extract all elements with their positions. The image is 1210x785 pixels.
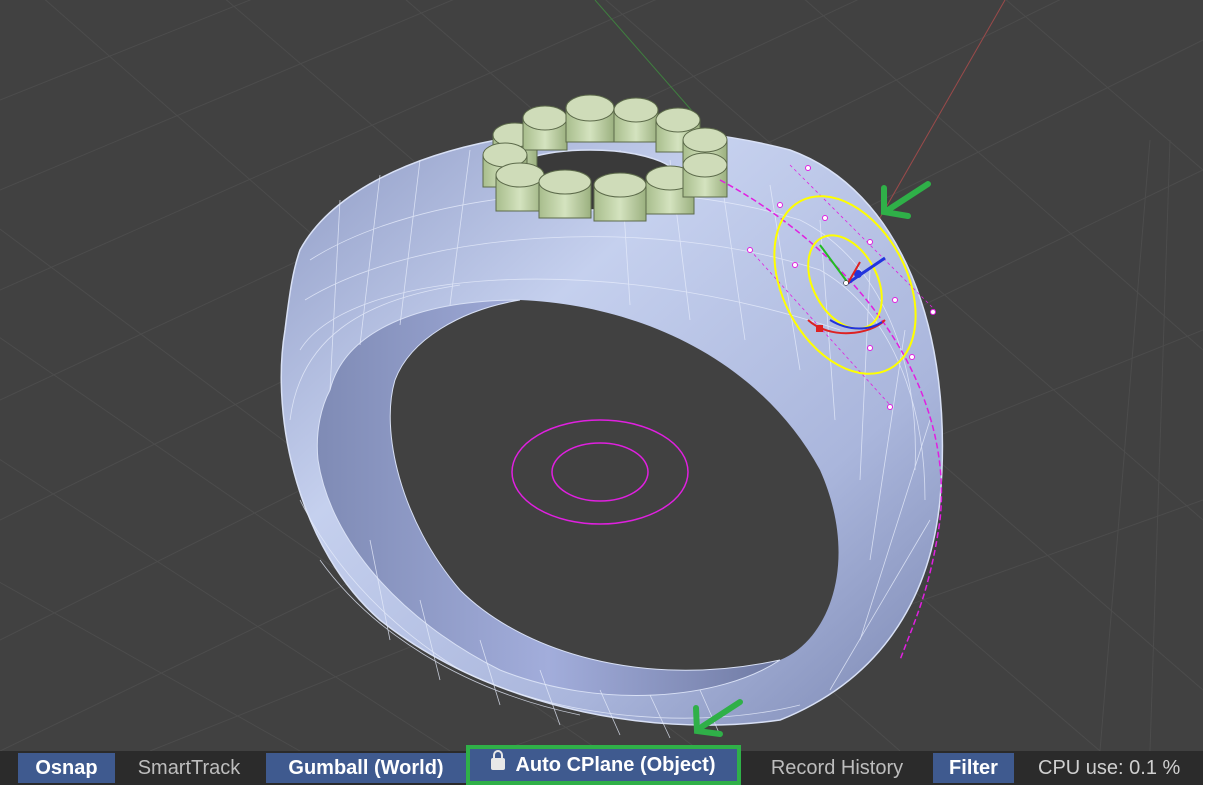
gumball-toggle[interactable]: Gumball (World)	[266, 753, 466, 783]
viewport-canvas[interactable]	[0, 0, 1203, 751]
auto-cplane-label: Auto CPlane (Object)	[515, 754, 716, 776]
filter-toggle[interactable]: Filter	[933, 753, 1014, 783]
smarttrack-label: SmartTrack	[137, 757, 241, 779]
status-bar: Osnap SmartTrack Gumball (World) Auto CP…	[0, 745, 1203, 785]
cpu-usage: CPU use: 0.1 %	[1038, 753, 1198, 783]
osnap-toggle[interactable]: Osnap	[18, 753, 115, 783]
perspective-viewport[interactable]	[0, 0, 1203, 751]
cpu-usage-label: CPU use: 0.1 %	[1038, 757, 1181, 779]
gumball-label: Gumball (World)	[288, 757, 444, 779]
lock-icon	[491, 749, 506, 770]
app-window: Osnap SmartTrack Gumball (World) Auto CP…	[0, 0, 1210, 785]
record-history-label: Record History	[770, 757, 904, 779]
filter-label: Filter	[949, 757, 998, 779]
osnap-label: Osnap	[35, 757, 98, 779]
record-history-toggle[interactable]: Record History	[752, 753, 922, 783]
auto-cplane-toggle[interactable]: Auto CPlane (Object)	[466, 745, 741, 785]
smarttrack-toggle[interactable]: SmartTrack	[125, 753, 253, 783]
